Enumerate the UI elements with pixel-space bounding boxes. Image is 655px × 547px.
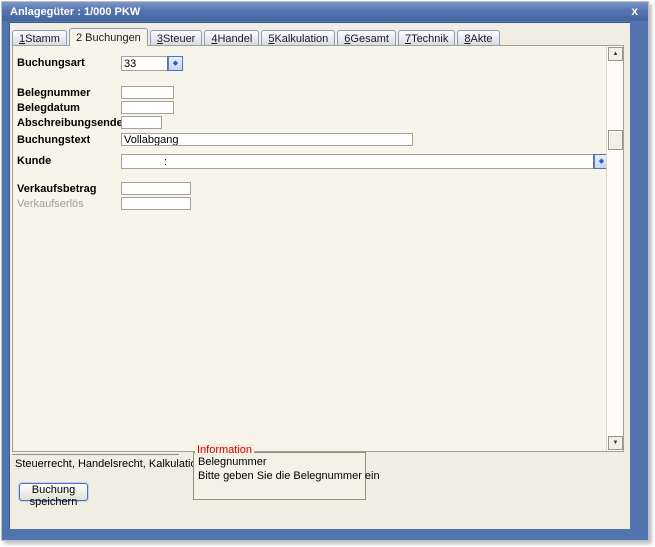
buchungstext-label: Buchungstext: [17, 134, 91, 146]
belegdatum-label: Belegdatum: [17, 102, 80, 114]
buchungsart-dropdown-icon[interactable]: ◆: [167, 56, 183, 71]
tab-technik[interactable]: 7 Technik: [397, 30, 456, 45]
information-group-title: Information: [195, 444, 255, 456]
abschreibungsende-label: Abschreibungsende: [17, 117, 123, 129]
belegnummer-input[interactable]: [121, 86, 174, 99]
tab-steuer[interactable]: 3 Steuer: [149, 30, 203, 45]
scroll-up-icon[interactable]: ▲: [608, 47, 623, 61]
tab-stamm[interactable]: 1 Stamm: [12, 30, 67, 45]
abschreibungsende-input[interactable]: [121, 116, 162, 129]
verkaufsbetrag-input[interactable]: [121, 182, 191, 195]
status-text: Steuerrecht, Handelsrecht, Kalkulation: [12, 454, 203, 472]
belegdatum-input[interactable]: [121, 101, 174, 114]
tab-bar: 1 Stamm 2 Buchungen 3 Steuer 4 Handel 5 Kalk…: [12, 28, 502, 46]
tab-gesamt[interactable]: 6 Gesamt: [337, 30, 396, 45]
vertical-scrollbar[interactable]: ▲ ▼: [606, 46, 623, 451]
verkaufserloes-input[interactable]: [121, 197, 191, 210]
scroll-down-icon[interactable]: ▼: [608, 436, 623, 450]
tab-handel[interactable]: 4 Handel: [204, 30, 260, 45]
tab-buchungen[interactable]: 2 Buchungen: [68, 28, 148, 46]
window-title: Anlagegüter : 1/000 PKW: [10, 5, 141, 18]
verkaufserloes-label: Verkaufserlös: [17, 198, 84, 210]
dialog-body: 1 Stamm 2 Buchungen 3 Steuer 4 Handel 5 Kalk…: [9, 22, 630, 529]
buchungsart-label: Buchungsart: [17, 57, 85, 69]
save-booking-button[interactable]: Buchung speichern: [19, 483, 88, 508]
titlebar: Anlagegüter : 1/000 PKW x: [2, 2, 648, 21]
information-groupbox: Belegnummer Bitte geben Sie die Belegnum…: [193, 452, 380, 500]
information-line: Bitte geben Sie die Belegnummer ein: [198, 470, 380, 482]
window: Anlagegüter : 1/000 PKW x 1 Stamm 2 Buchu…: [1, 1, 649, 541]
kunde-select[interactable]: : ◆: [121, 154, 609, 169]
tab-kalkulation[interactable]: 5 Kalkulation: [261, 30, 336, 45]
belegnummer-label: Belegnummer: [17, 87, 91, 99]
close-icon[interactable]: x: [631, 4, 638, 18]
verkaufsbetrag-label: Verkaufsbetrag: [17, 183, 97, 195]
tab-panel-buchungen: Buchungsart 33 ◆ Belegnummer Belegdatum …: [12, 45, 624, 452]
buchungsart-select[interactable]: 33 ◆: [121, 56, 183, 71]
kunde-label: Kunde: [17, 155, 52, 167]
buchungstext-input[interactable]: [121, 133, 413, 146]
scrollbar-thumb[interactable]: [608, 130, 623, 150]
tab-akte[interactable]: 8 Akte: [457, 30, 500, 45]
